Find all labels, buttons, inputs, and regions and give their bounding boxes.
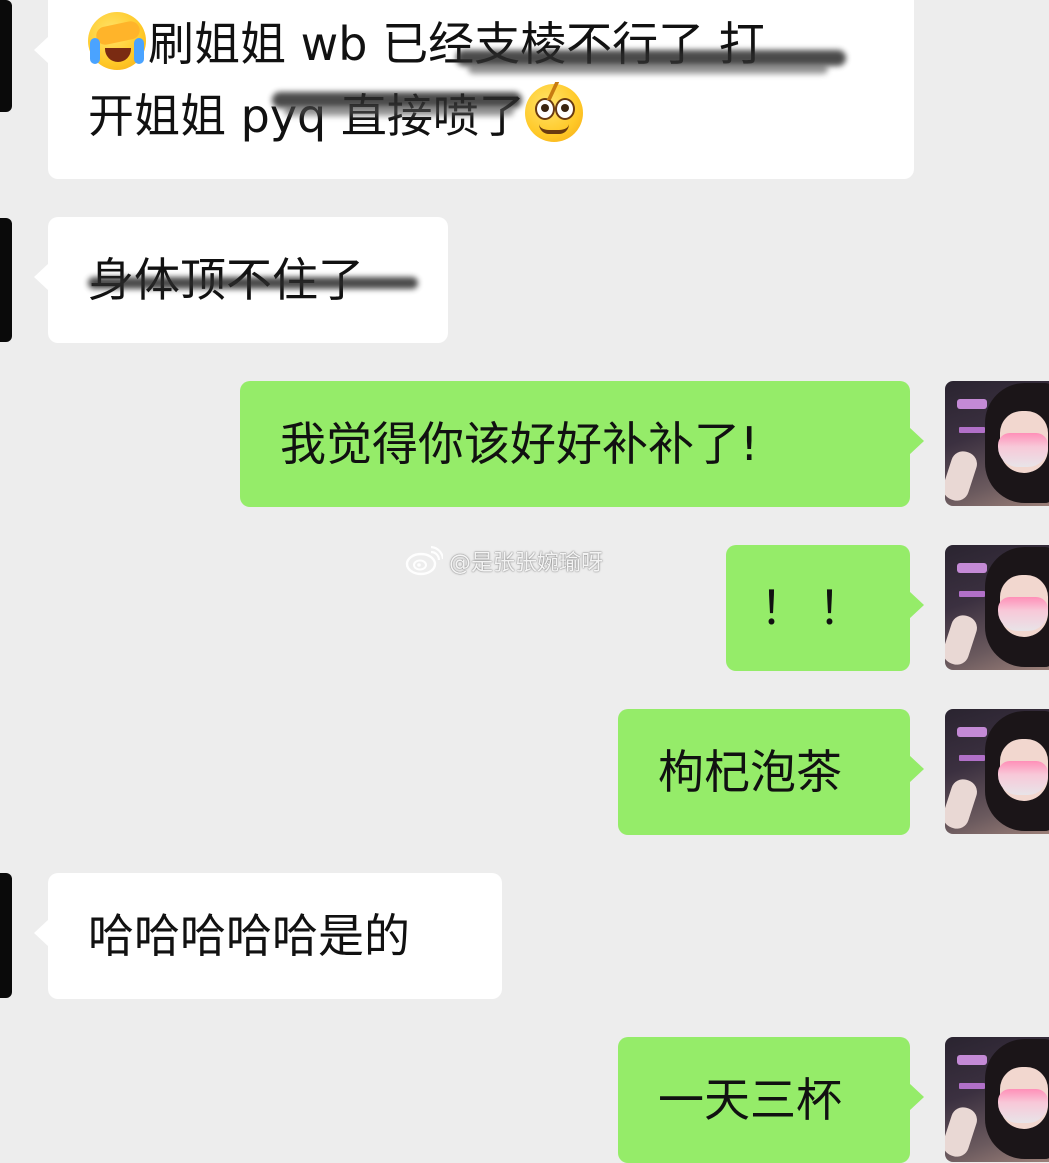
message-text: ！！ [760,581,876,635]
message-line-2: 开姐姐 pyq 直接喷了 [88,80,874,152]
message-bubble-incoming[interactable]: 哈哈哈哈哈是的 [34,873,502,999]
censor-scribble [284,106,514,116]
message-text: 一天三杯 [658,1073,842,1127]
shocked-face-icon [524,82,583,142]
message-bubble-outgoing[interactable]: ！！ [726,545,924,671]
chat-view: 刷姐姐 wb 已经支棱不行了 打 开姐姐 pyq 直接喷了 身体顶不住了 我觉得… [0,0,1049,1163]
user-avatar[interactable] [945,545,1049,670]
loudly-crying-face-icon [88,12,146,70]
contact-avatar-edge[interactable] [0,218,12,342]
contact-avatar-edge[interactable] [0,0,12,112]
message-bubble-incoming[interactable]: 刷姐姐 wb 已经支棱不行了 打 开姐姐 pyq 直接喷了 [34,0,914,179]
weibo-watermark: @是张张婉瑜呀 [405,545,603,577]
message-text: 哈哈哈哈哈是的 [88,909,410,963]
message-bubble-outgoing[interactable]: 枸杞泡茶 [618,709,924,835]
censor-scribble [468,64,828,74]
weibo-icon [405,546,443,576]
user-avatar[interactable] [945,381,1049,506]
message-bubble-outgoing[interactable]: 一天三杯 [618,1037,924,1163]
watermark-text: @是张张婉瑜呀 [449,551,604,576]
message-bubble-incoming[interactable]: 身体顶不住了 [34,217,448,343]
message-text: 枸杞泡茶 [658,745,842,799]
message-bubble-outgoing[interactable]: 我觉得你该好好补补了! [240,381,924,507]
contact-avatar-edge[interactable] [0,873,12,998]
censor-scribble [88,277,418,289]
user-avatar[interactable] [945,1037,1049,1162]
user-avatar[interactable] [945,709,1049,834]
message-text: 我觉得你该好好补补了! [280,417,759,471]
